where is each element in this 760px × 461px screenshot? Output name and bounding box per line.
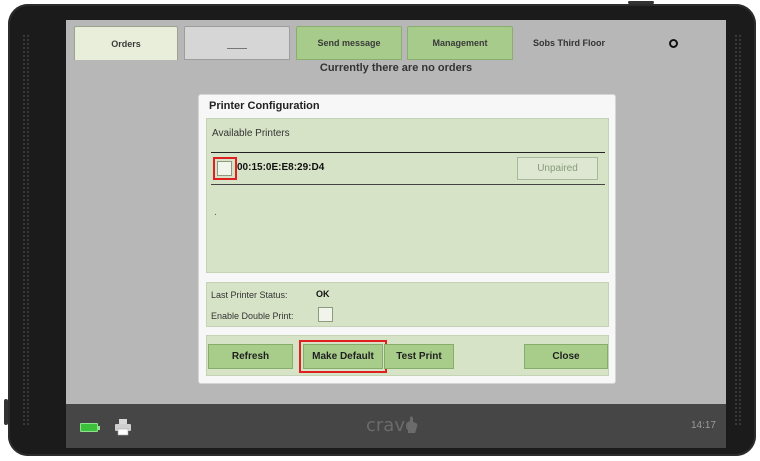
bottom-bar: crave 14:17 [66,404,726,448]
last-status-value: OK [316,289,330,299]
make-default-highlight [299,340,387,373]
hardware-button [4,399,8,425]
crave-logo-icon [408,416,418,433]
close-label: Close [552,351,580,362]
last-status-label: Last Printer Status: [211,290,288,300]
tab-blank-dash [227,47,247,49]
checkbox-highlight [213,157,237,180]
clock: 14:17 [690,420,716,431]
unpaired-button[interactable]: Unpaired [517,157,598,180]
tab-blank[interactable] [184,26,290,60]
printer-config-dialog: Printer Configuration Available Printers… [198,94,616,384]
circle-icon [668,38,678,48]
tab-management-label: Management [432,38,488,48]
speaker-grille-left [22,34,30,426]
available-printers-panel: Available Printers 00:15:0E:E8:29:D4 Unp… [206,118,609,273]
double-print-label: Enable Double Print: [211,311,294,321]
tab-orders[interactable]: Orders [74,26,178,60]
printer-status-panel: Last Printer Status: OK Enable Double Pr… [206,282,609,327]
placeholder-mark: . [214,207,217,218]
tab-location[interactable]: Sobs Third Floor [518,26,620,60]
printer-address: 00:15:0E:E8:29:D4 [237,162,325,173]
speaker-grille-right [734,34,742,426]
test-print-button[interactable]: Test Print [384,344,454,369]
tablet-frame: Orders Send message Management Sobs Thir… [4,1,756,456]
divider [211,184,605,185]
close-button[interactable]: Close [524,344,608,369]
tab-bar: Orders Send message Management Sobs Thir… [66,20,726,60]
printer-icon[interactable] [114,418,132,436]
status-circle-button[interactable] [626,26,720,60]
printer-row[interactable]: 00:15:0E:E8:29:D4 Unpaired [211,153,605,184]
dialog-actions: Refresh Make Default Test Print Close [206,335,609,376]
tab-management[interactable]: Management [407,26,513,60]
battery-icon [80,423,100,432]
hardware-button-top [628,1,654,4]
tab-orders-label: Orders [111,38,141,49]
unpaired-label: Unpaired [537,163,578,174]
available-printers-label: Available Printers [212,128,290,139]
test-print-label: Test Print [396,351,442,362]
tab-location-label: Sobs Third Floor [533,38,605,48]
screen: Orders Send message Management Sobs Thir… [66,20,726,448]
refresh-button[interactable]: Refresh [208,344,293,369]
dialog-title: Printer Configuration [209,100,320,112]
refresh-label: Refresh [231,351,270,362]
tab-send-message-label: Send message [317,38,381,48]
app-area: Orders Send message Management Sobs Thir… [66,20,726,404]
double-print-checkbox[interactable] [318,307,333,322]
tab-send-message[interactable]: Send message [296,26,402,60]
orders-notice: Currently there are no orders [319,62,473,74]
